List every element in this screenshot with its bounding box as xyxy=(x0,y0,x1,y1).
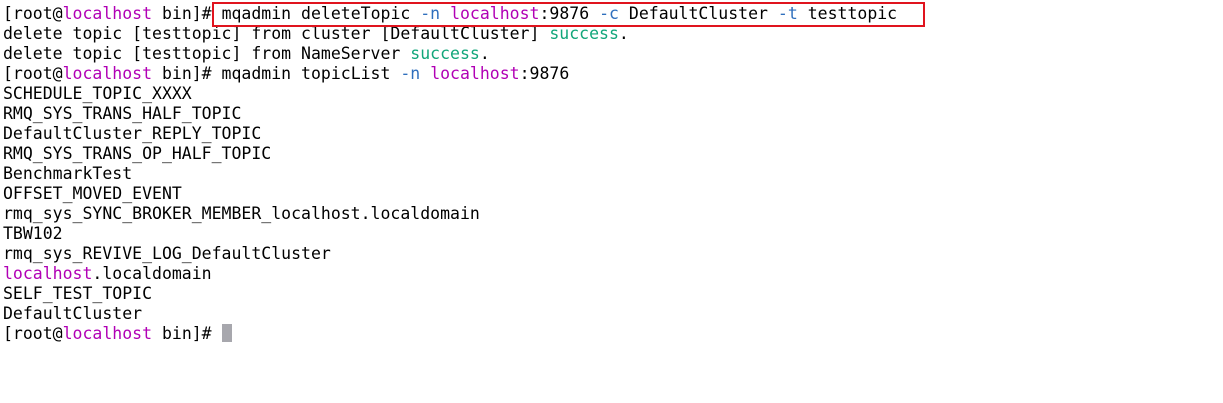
hostname-text: localhost xyxy=(3,264,93,283)
option-flag: -t xyxy=(777,4,798,23)
hostname-text: localhost xyxy=(62,324,153,343)
text-segment: bin]# xyxy=(152,324,222,343)
text-segment: . xyxy=(479,44,490,63)
terminal-line: rmq_sys_SYNC_BROKER_MEMBER_localhost.loc… xyxy=(3,204,897,224)
text-segment: SCHEDULE_TOPIC_XXXX xyxy=(3,84,192,103)
text-segment: OFFSET_MOVED_EVENT xyxy=(3,184,182,203)
terminal-line: RMQ_SYS_TRANS_HALF_TOPIC xyxy=(3,104,897,124)
prompt-line: [root@localhost bin]# xyxy=(3,324,897,344)
text-segment: RMQ_SYS_TRANS_OP_HALF_TOPIC xyxy=(3,144,272,163)
success-text: success xyxy=(549,24,619,43)
text-segment: .localdomain xyxy=(92,264,212,283)
text-segment: [root@ xyxy=(3,4,63,23)
text-segment: :9876 xyxy=(519,64,570,83)
text-segment: mqadmin deleteTopic xyxy=(221,4,421,23)
terminal-line: delete topic [testtopic] from cluster [D… xyxy=(3,24,897,44)
terminal-line: SCHEDULE_TOPIC_XXXX xyxy=(3,84,897,104)
terminal-line: delete topic [testtopic] from NameServer… xyxy=(3,44,897,64)
text-segment: :9876 xyxy=(539,4,600,23)
text-segment: delete topic [testtopic] from NameServer xyxy=(3,44,411,63)
terminal-line: BenchmarkTest xyxy=(3,164,897,184)
terminal-line: DefaultCluster_REPLY_TOPIC xyxy=(3,124,897,144)
text-cursor xyxy=(221,324,232,342)
terminal-line: DefaultCluster xyxy=(3,304,897,324)
text-segment: BenchmarkTest xyxy=(3,164,133,183)
hostname-text: localhost xyxy=(430,64,520,83)
text-segment: SELF_TEST_TOPIC xyxy=(3,284,153,303)
text-segment: [root@ xyxy=(3,324,63,343)
text-segment: testtopic xyxy=(797,4,898,23)
option-flag: -n xyxy=(420,4,441,23)
text-segment: rmq_sys_REVIVE_LOG_DefaultCluster xyxy=(3,244,331,263)
terminal-line: TBW102 xyxy=(3,224,897,244)
option-flag: -n xyxy=(400,64,421,83)
hostname-text: localhost xyxy=(450,4,540,23)
option-flag: -c xyxy=(599,4,619,23)
text-segment: bin]# xyxy=(152,4,222,23)
text-segment: delete topic [testtopic] from cluster [D… xyxy=(3,24,550,43)
text-segment: DefaultCluster_REPLY_TOPIC xyxy=(3,124,262,143)
text-segment xyxy=(420,64,430,83)
text-segment: DefaultCluster xyxy=(3,304,143,323)
terminal-line: rmq_sys_REVIVE_LOG_DefaultCluster xyxy=(3,244,897,264)
text-segment: rmq_sys_SYNC_BROKER_MEMBER_localhost.loc… xyxy=(3,204,480,223)
success-text: success xyxy=(410,44,480,63)
text-segment: . xyxy=(618,24,629,43)
text-segment xyxy=(440,4,450,23)
terminal-output[interactable]: [root@localhost bin]# mqadmin deleteTopi… xyxy=(3,4,897,344)
hostname-text: localhost xyxy=(62,4,153,23)
terminal-line: localhost.localdomain xyxy=(3,264,897,284)
text-segment: [root@ xyxy=(3,64,63,83)
terminal-line: [root@localhost bin]# mqadmin deleteTopi… xyxy=(3,4,897,24)
text-segment: TBW102 xyxy=(3,224,63,243)
terminal-line: OFFSET_MOVED_EVENT xyxy=(3,184,897,204)
terminal-line: RMQ_SYS_TRANS_OP_HALF_TOPIC xyxy=(3,144,897,164)
hostname-text: localhost xyxy=(62,64,153,83)
text-segment: RMQ_SYS_TRANS_HALF_TOPIC xyxy=(3,104,242,123)
terminal-line: SELF_TEST_TOPIC xyxy=(3,284,897,304)
text-segment: DefaultCluster xyxy=(618,4,778,23)
terminal-line: [root@localhost bin]# mqadmin topicList … xyxy=(3,64,897,84)
text-segment: bin]# mqadmin topicList xyxy=(152,64,401,83)
